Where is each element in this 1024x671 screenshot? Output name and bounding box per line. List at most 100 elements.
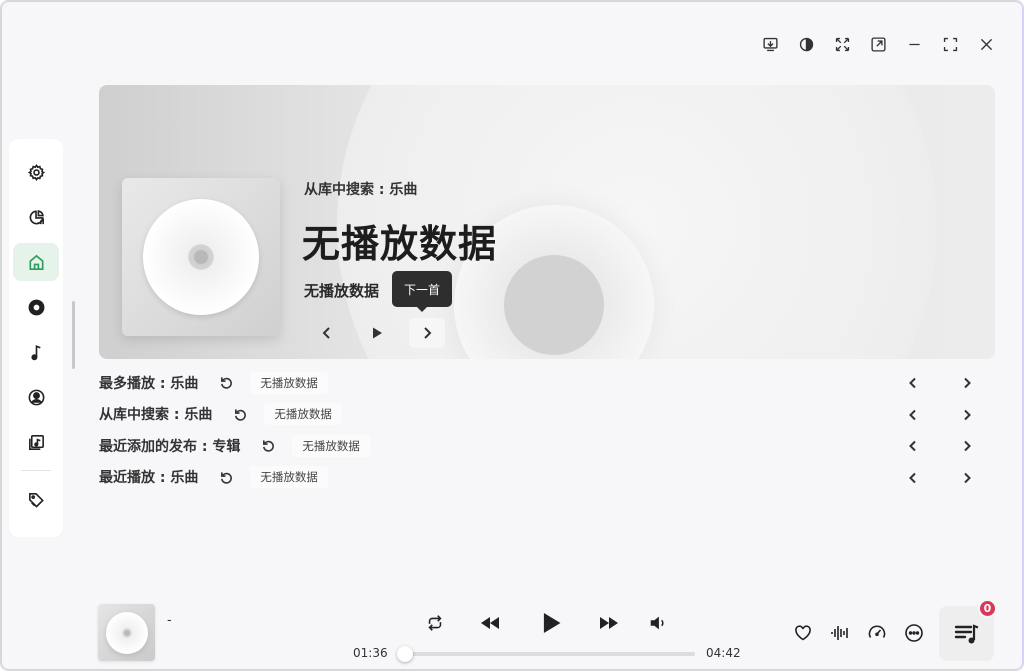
scroll-right-button[interactable] (955, 434, 979, 458)
sidebar-item-settings[interactable] (13, 153, 59, 191)
now-playing-title[interactable]: - (167, 613, 172, 628)
chevron-left-icon (909, 409, 916, 420)
chevron-right-icon (424, 327, 432, 339)
popout-icon[interactable] (867, 33, 889, 55)
repeat-button[interactable] (421, 609, 449, 637)
speedometer-icon (868, 625, 886, 638)
sidebar-item-artists[interactable] (13, 378, 59, 416)
sidebar-item-home[interactable] (13, 243, 59, 281)
playlist-icon (954, 623, 978, 643)
playback-controls (421, 605, 672, 641)
chevron-left-icon (909, 472, 916, 483)
chevron-left-icon (322, 327, 330, 339)
cd-placeholder-icon (143, 199, 259, 315)
more-button[interactable] (902, 621, 926, 645)
refresh-icon (220, 377, 232, 389)
section-empty-label: 无播放数据 (264, 403, 342, 426)
section-arrows (901, 434, 979, 458)
repeat-icon (428, 615, 442, 631)
chevron-right-icon (964, 409, 971, 420)
hero-banner: 从库中搜索 : 乐曲 无播放数据 无播放数据 (99, 85, 995, 359)
close-icon[interactable] (975, 33, 997, 55)
section-arrows (901, 403, 979, 427)
section-title[interactable]: 最近播放 : 乐曲 (99, 467, 198, 487)
refresh-icon (234, 409, 246, 421)
total-time: 04:42 (706, 646, 741, 660)
section-recently-added: 最近添加的发布 : 专辑 无播放数据 (99, 430, 995, 462)
refresh-button[interactable] (254, 434, 282, 458)
library-icon (28, 434, 44, 450)
section-arrows (901, 371, 979, 395)
rewind-icon (481, 617, 499, 629)
sidebar-item-stats[interactable] (13, 198, 59, 236)
cd-placeholder-icon (105, 611, 148, 654)
tag-icon (28, 492, 44, 508)
scroll-right-button[interactable] (955, 403, 979, 427)
hero-previous-button[interactable] (309, 318, 345, 348)
section-title[interactable]: 从库中搜索 : 乐曲 (99, 404, 212, 424)
home-icon (29, 254, 43, 270)
fast-forward-icon (600, 617, 618, 629)
hero-play-button[interactable] (359, 318, 395, 348)
section-title[interactable]: 最多播放 : 乐曲 (99, 373, 198, 393)
hero-next-button[interactable] (409, 318, 445, 348)
hero-controls (309, 318, 445, 348)
scroll-left-button[interactable] (901, 403, 925, 427)
scroll-right-button[interactable] (955, 466, 979, 490)
hero-title: 无播放数据 (302, 222, 498, 266)
now-playing-cover[interactable] (98, 604, 155, 661)
sidebar-item-tracks[interactable] (13, 333, 59, 371)
minimize-icon[interactable] (903, 33, 925, 55)
refresh-button[interactable] (212, 371, 240, 395)
scroll-left-button[interactable] (901, 434, 925, 458)
progress-handle[interactable] (397, 646, 413, 662)
sidebar-item-albums[interactable] (13, 288, 59, 326)
play-icon (543, 612, 561, 634)
sidebar-divider (21, 470, 51, 471)
hero-cover-art[interactable] (122, 178, 280, 336)
chevron-left-icon (909, 377, 916, 389)
section-recently-played: 最近播放 : 乐曲 无播放数据 (99, 462, 995, 494)
play-icon (373, 327, 382, 339)
section-most-played: 最多播放 : 乐曲 无播放数据 (99, 367, 995, 399)
hero-artist[interactable]: 无播放数据 (304, 280, 379, 301)
sidebar (9, 139, 63, 537)
speed-button[interactable] (865, 621, 889, 645)
volume-button[interactable] (644, 609, 672, 637)
refresh-icon (262, 440, 274, 452)
section-arrows (901, 466, 979, 490)
section-title[interactable]: 最近添加的发布 : 专辑 (99, 436, 240, 456)
refresh-button[interactable] (226, 402, 254, 426)
scroll-left-button[interactable] (901, 466, 925, 490)
volume-icon (650, 616, 664, 630)
section-empty-label: 无播放数据 (250, 466, 328, 489)
hero-subtitle: 从库中搜索 : 乐曲 (304, 182, 418, 198)
scroll-right-button[interactable] (955, 371, 979, 395)
heart-icon (795, 625, 811, 641)
window-controls (759, 33, 997, 55)
favorite-button[interactable] (791, 621, 815, 645)
section-empty-label: 无播放数据 (250, 371, 328, 394)
refresh-icon (220, 472, 232, 484)
chevron-right-icon (964, 377, 971, 389)
download-icon[interactable] (759, 33, 781, 55)
queue-count-badge: 0 (978, 599, 997, 618)
refresh-button[interactable] (212, 465, 240, 489)
next-button[interactable] (595, 609, 623, 637)
chevron-right-icon (964, 440, 971, 452)
sidebar-item-tags[interactable] (13, 480, 59, 518)
previous-button[interactable] (476, 609, 504, 637)
app-window: 从库中搜索 : 乐曲 无播放数据 无播放数据 下一首 最多播放 : 乐曲 无播放… (0, 0, 1024, 671)
scroll-left-button[interactable] (901, 371, 925, 395)
user-icon (28, 389, 44, 405)
play-button[interactable] (533, 605, 569, 641)
section-library-search: 从库中搜索 : 乐曲 无播放数据 (99, 399, 995, 431)
equalizer-button[interactable] (828, 621, 852, 645)
contrast-icon[interactable] (795, 33, 817, 55)
mini-player-icon[interactable] (831, 33, 853, 55)
sidebar-item-library[interactable] (13, 423, 59, 461)
maximize-icon[interactable] (939, 33, 961, 55)
progress-bar[interactable] (397, 646, 695, 662)
sidebar-scrollbar[interactable] (72, 301, 75, 369)
chevron-right-icon (964, 472, 971, 483)
